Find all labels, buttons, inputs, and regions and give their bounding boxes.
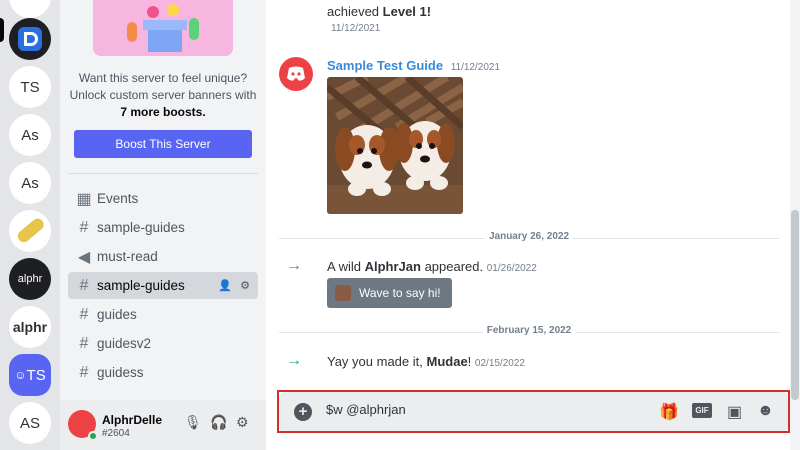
join-arrow-icon: →	[286, 257, 302, 274]
channel-sample-guides-1[interactable]: # sample-guides	[68, 214, 258, 241]
level-message: achieved Level 1!	[327, 4, 432, 19]
microphone-icon[interactable]: 🎙	[184, 414, 202, 431]
server-ts[interactable]: TS	[9, 66, 51, 108]
message-author[interactable]: Sample Test Guide 11/12/2021	[327, 58, 500, 73]
channel-events[interactable]: ▦ Events	[68, 185, 258, 212]
wave-sticker-icon	[335, 285, 351, 301]
date-divider-2: February 15, 2022	[279, 325, 779, 339]
chat-scrollbar-thumb[interactable]	[791, 210, 799, 400]
join-message: A wild AlphrJan appeared. 01/26/2022	[327, 259, 537, 274]
channel-tools: 👤 ⚙	[218, 272, 250, 299]
welcome-message: Yay you made it, Mudae! 02/15/2022	[327, 354, 525, 369]
discord-window: TS As As alphr alphr ☺ TS AS Want this s…	[0, 0, 800, 450]
user-tag: #2604	[102, 428, 130, 439]
join-arrow-icon-2: →	[286, 352, 302, 369]
headphones-icon[interactable]: 🎧	[210, 414, 227, 431]
boost-promo-text: Want this server to feel unique? Unlock …	[69, 71, 257, 119]
calendar-icon: ▦	[76, 190, 92, 208]
server-pill-icon[interactable]	[9, 210, 51, 252]
sidebar-divider	[68, 173, 258, 174]
channel-must-read[interactable]: ◀ must-read	[68, 243, 258, 270]
server-selected-pill	[0, 18, 4, 42]
server-alphr[interactable]: alphr	[9, 306, 51, 348]
username: AlphrDelle	[102, 413, 163, 427]
server-ts-selected[interactable]: ☺ TS	[9, 354, 51, 396]
server-as-3[interactable]: AS	[9, 402, 51, 444]
server-as-2[interactable]: As	[9, 162, 51, 204]
hash-icon: #	[79, 305, 89, 323]
megaphone-icon: ◀	[77, 248, 91, 266]
server-d-logo	[18, 27, 42, 51]
server-icon-d[interactable]	[9, 18, 51, 60]
boost-banner-illustration	[93, 0, 233, 56]
composer-highlight-box	[277, 390, 790, 433]
wave-button[interactable]: Wave to say hi!	[327, 278, 452, 308]
puppies-image[interactable]	[327, 77, 463, 214]
smile-emoji-icon: ☺	[14, 368, 27, 382]
bot-avatar[interactable]	[279, 57, 313, 91]
discord-logo-icon	[287, 66, 305, 81]
hash-icon: #	[79, 276, 89, 294]
server-as-1[interactable]: As	[9, 114, 51, 156]
date-divider-1: January 26, 2022	[279, 231, 779, 245]
boost-server-button[interactable]: Boost This Server	[74, 130, 252, 158]
user-panel: AlphrDelle #2604 🎙 🎧 ⚙	[60, 400, 266, 450]
channel-guidesv2[interactable]: # guidesv2	[68, 330, 258, 357]
level-timestamp: 11/12/2021	[331, 23, 381, 34]
channel-guides[interactable]: # guides	[68, 301, 258, 328]
server-alphr-dark[interactable]: alphr	[9, 258, 51, 300]
channel-sidebar: Want this server to feel unique? Unlock …	[60, 0, 266, 450]
puppies-photo	[327, 77, 463, 214]
server-rail: TS As As alphr alphr ☺ TS AS	[0, 0, 60, 450]
hash-icon: #	[79, 218, 89, 236]
hash-icon: #	[79, 334, 89, 352]
hash-icon: #	[79, 363, 89, 381]
capsule-icon	[17, 218, 44, 243]
server-icon-top[interactable]	[9, 0, 51, 18]
gift-box-illustration	[93, 0, 233, 56]
gear-icon[interactable]: ⚙	[240, 279, 250, 292]
channel-guidess[interactable]: # guidess	[68, 359, 258, 386]
add-member-icon[interactable]: 👤	[218, 279, 232, 292]
channel-sample-guides-2[interactable]: # sample-guides 👤 ⚙	[68, 272, 258, 299]
online-status-icon	[88, 431, 98, 441]
settings-gear-icon[interactable]: ⚙	[236, 414, 249, 431]
